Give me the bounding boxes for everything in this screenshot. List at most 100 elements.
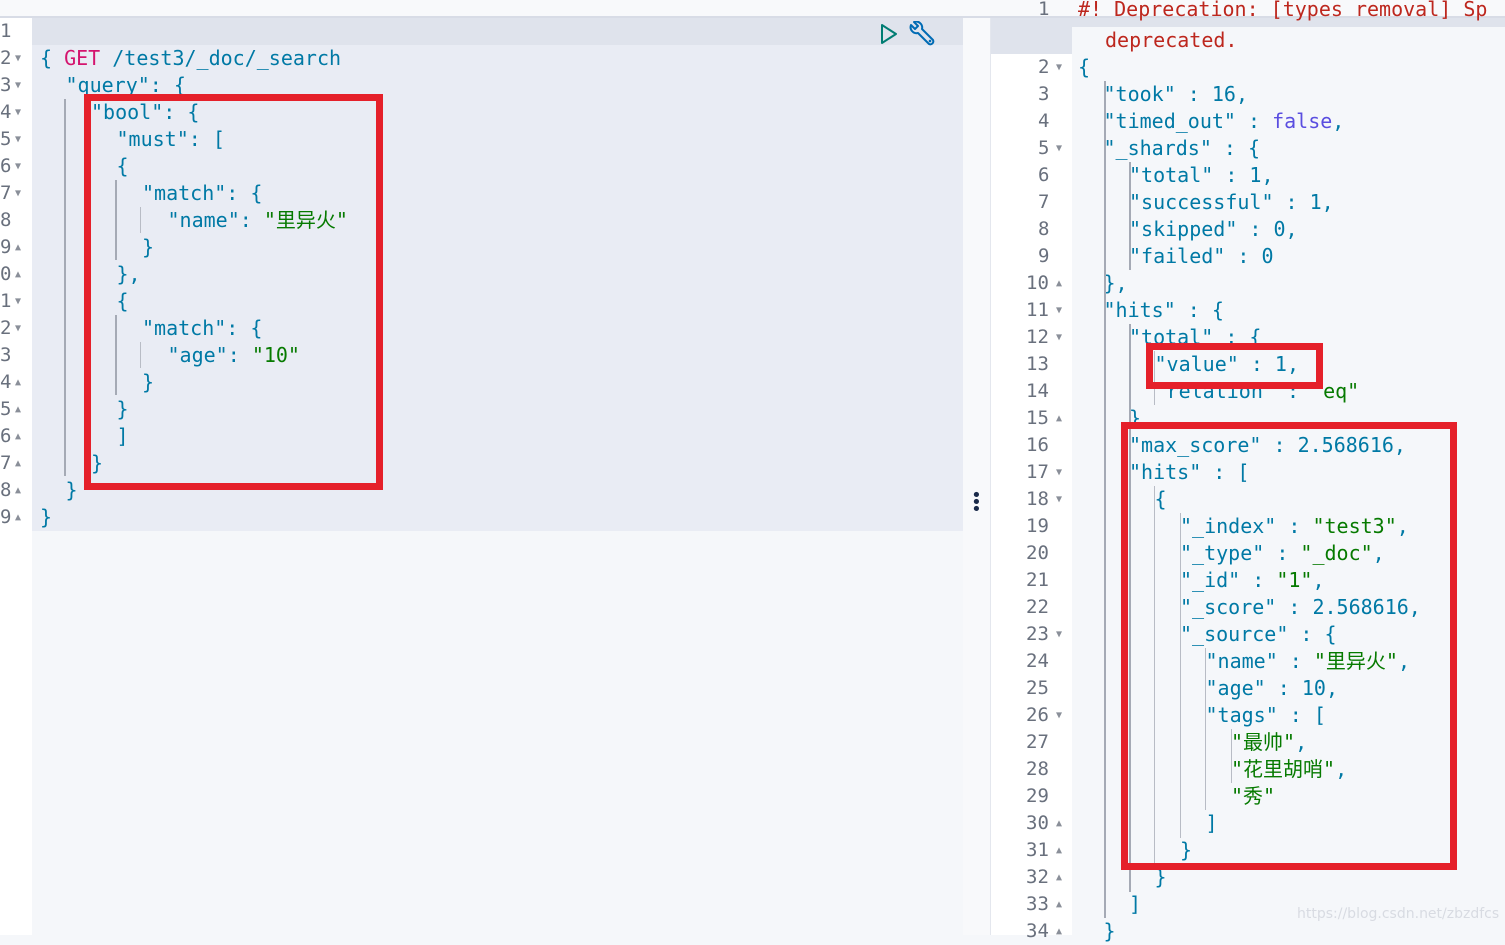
- http-method: GET: [64, 46, 101, 70]
- fold-expand-icon[interactable]: ▲: [15, 504, 21, 531]
- fold-expand-icon[interactable]: ▲: [1056, 864, 1062, 891]
- fold-expand-icon[interactable]: ▲: [1056, 405, 1062, 432]
- fold-collapse-icon[interactable]: ▼: [15, 72, 21, 99]
- fold-expand-icon[interactable]: ▲: [15, 423, 21, 450]
- code-token: "skipped": [1129, 217, 1238, 241]
- request-line-number: 6: [0, 155, 12, 177]
- response-code-line[interactable]: {: [1078, 54, 1090, 81]
- fold-collapse-icon[interactable]: ▼: [1056, 54, 1062, 81]
- request-method-line[interactable]: GET /test3/_doc/_search: [40, 18, 341, 70]
- response-line-number: 34: [1026, 920, 1049, 942]
- code-token: 16: [1211, 82, 1236, 106]
- fold-collapse-icon[interactable]: ▼: [1056, 621, 1062, 648]
- response-line-number: 21: [1026, 569, 1049, 591]
- code-token: "failed": [1129, 244, 1226, 268]
- fold-expand-icon[interactable]: ▲: [15, 450, 21, 477]
- code-token: : {: [1211, 136, 1261, 160]
- response-code-line[interactable]: "_shards" : {: [1104, 135, 1261, 162]
- request-line-number: 5: [0, 128, 12, 150]
- fold-expand-icon[interactable]: ▲: [1056, 810, 1062, 837]
- response-line-number: 3: [1038, 83, 1050, 105]
- fold-collapse-icon[interactable]: ▼: [1056, 297, 1062, 324]
- fold-collapse-icon[interactable]: ▼: [1056, 324, 1062, 351]
- code-token: ,: [1321, 190, 1334, 214]
- fold-collapse-icon[interactable]: ▼: [15, 315, 21, 342]
- response-code-line[interactable]: },: [1104, 270, 1128, 297]
- code-token: : {: [1175, 298, 1224, 322]
- request-line-number: 7: [0, 452, 12, 474]
- response-code-line[interactable]: "total" : 1,: [1129, 162, 1274, 189]
- fold-collapse-icon[interactable]: ▼: [1056, 459, 1062, 486]
- fold-expand-icon[interactable]: ▲: [1056, 891, 1062, 918]
- response-line-number: 5: [1038, 137, 1050, 159]
- fold-collapse-icon[interactable]: ▼: [15, 153, 21, 180]
- code-token: }: [40, 505, 53, 529]
- request-settings-button[interactable]: [907, 20, 937, 54]
- code-token: ,: [1235, 82, 1249, 106]
- response-code-line[interactable]: ]: [1129, 891, 1141, 918]
- fold-collapse-icon[interactable]: ▼: [15, 180, 21, 207]
- panel-resize-divider[interactable]: [963, 18, 991, 935]
- response-line-number: 7: [1038, 191, 1050, 213]
- fold-collapse-icon[interactable]: ▼: [1056, 135, 1062, 162]
- wrench-icon: [909, 20, 935, 46]
- deprecation-warning: #! Deprecation: [types removal] Sp: [1078, 0, 1488, 21]
- response-code-line[interactable]: "skipped" : 0,: [1129, 216, 1298, 243]
- response-code-line[interactable]: "timed_out" : false,: [1104, 108, 1345, 135]
- response-code-line[interactable]: "took" : 16,: [1104, 81, 1249, 108]
- request-path: /test3/_doc/_search: [100, 46, 342, 70]
- response-gutter-active: [991, 18, 1072, 54]
- response-line-number: 1: [1038, 0, 1050, 20]
- fold-expand-icon[interactable]: ▲: [1056, 837, 1062, 864]
- fold-collapse-icon[interactable]: ▼: [15, 126, 21, 153]
- request-line-number: 2: [0, 47, 12, 69]
- code-token: "successful": [1129, 190, 1274, 214]
- response-line-number: 14: [1026, 380, 1049, 402]
- run-request-button[interactable]: [879, 23, 899, 50]
- code-token: :: [1273, 190, 1310, 214]
- drag-handle-icon[interactable]: • • •: [971, 487, 982, 519]
- response-code-line[interactable]: }: [1104, 918, 1116, 945]
- request-line-number: 9: [0, 506, 12, 528]
- fold-collapse-icon[interactable]: ▼: [1056, 486, 1062, 513]
- highlight-box-bool-query: [84, 94, 383, 490]
- fold-expand-icon[interactable]: ▲: [1056, 918, 1062, 945]
- response-line-number: 11: [1026, 299, 1049, 321]
- code-token: "took": [1103, 82, 1176, 106]
- response-line-number: 10: [1026, 272, 1049, 294]
- fold-expand-icon[interactable]: ▲: [15, 261, 21, 288]
- response-line-number: 6: [1038, 164, 1050, 186]
- response-line-number: 9: [1038, 245, 1050, 267]
- fold-expand-icon[interactable]: ▲: [15, 477, 21, 504]
- response-line-number: 8: [1038, 218, 1050, 240]
- code-token: {: [1078, 55, 1091, 79]
- code-token: "_shards": [1103, 136, 1212, 160]
- response-line-number: 27: [1026, 731, 1049, 753]
- request-code-line[interactable]: }: [66, 477, 78, 504]
- fold-expand-icon[interactable]: ▲: [15, 369, 21, 396]
- code-token: "hits": [1103, 298, 1176, 322]
- code-token: 0: [1273, 217, 1286, 241]
- code-token: },: [1103, 271, 1128, 295]
- response-line-number: 17: [1026, 461, 1049, 483]
- fold-collapse-icon[interactable]: ▼: [15, 45, 21, 72]
- response-code-line[interactable]: "failed" : 0: [1129, 243, 1274, 270]
- fold-expand-icon[interactable]: ▲: [1056, 270, 1062, 297]
- request-code-line[interactable]: }: [40, 504, 52, 531]
- fold-collapse-icon[interactable]: ▼: [15, 288, 21, 315]
- code-token: 1: [1249, 163, 1262, 187]
- response-line-number: 13: [1026, 353, 1049, 375]
- response-code-line[interactable]: "hits" : {: [1104, 297, 1224, 324]
- response-code-line[interactable]: "successful" : 1,: [1129, 189, 1334, 216]
- request-line-number: 8: [0, 209, 12, 231]
- code-token: 1: [1309, 190, 1322, 214]
- code-token: }: [1103, 919, 1116, 943]
- fold-expand-icon[interactable]: ▲: [15, 234, 21, 261]
- fold-collapse-icon[interactable]: ▼: [1056, 702, 1062, 729]
- response-line-number: 26: [1026, 704, 1049, 726]
- highlight-box-hits-total-value: [1146, 343, 1323, 389]
- fold-expand-icon[interactable]: ▲: [15, 396, 21, 423]
- highlight-box-hits-list: [1121, 422, 1457, 870]
- request-line-number: 3: [0, 344, 12, 366]
- fold-collapse-icon[interactable]: ▼: [15, 99, 21, 126]
